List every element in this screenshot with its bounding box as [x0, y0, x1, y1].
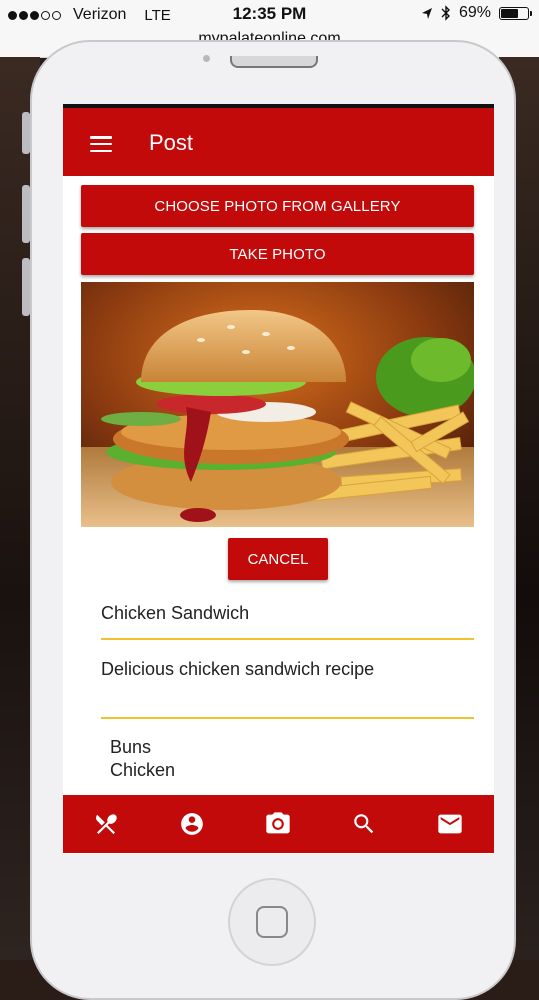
ingredient-item: Chicken	[110, 760, 176, 780]
nav-post-tab[interactable]	[235, 795, 321, 853]
recipe-description-underline	[101, 717, 474, 719]
bluetooth-icon	[441, 5, 450, 21]
ingredients-field[interactable]: Buns Chicken	[110, 736, 175, 782]
app-bar: Post	[63, 108, 494, 176]
nav-search-tab[interactable]	[321, 795, 407, 853]
carrier-name: Verizon	[73, 6, 127, 23]
choose-photo-button[interactable]: CHOOSE PHOTO FROM GALLERY	[81, 185, 474, 227]
home-square-icon	[256, 906, 288, 938]
location-arrow-icon	[421, 7, 432, 19]
recipe-name-underline	[101, 638, 474, 640]
phone-volume-up	[22, 185, 30, 243]
recipe-name-field[interactable]: Chicken Sandwich	[101, 603, 474, 624]
recipe-description-field[interactable]: Delicious chicken sandwich recipe	[101, 659, 474, 680]
front-camera	[203, 55, 210, 62]
home-button[interactable]	[228, 878, 316, 966]
phone-volume-down	[22, 258, 30, 316]
cancel-button[interactable]: CANCEL	[228, 538, 328, 580]
food-photo	[81, 282, 474, 527]
earpiece-speaker	[230, 56, 318, 68]
search-icon	[354, 814, 374, 834]
battery-percent: 69%	[458, 4, 491, 21]
bottom-navigation	[63, 795, 494, 853]
nav-profile-tab[interactable]	[149, 795, 235, 853]
network-type: LTE	[144, 6, 171, 24]
utensils-icon	[95, 814, 117, 835]
signal-dots-icon	[8, 4, 61, 26]
nav-messages-tab[interactable]	[407, 795, 493, 853]
nav-recipes-tab[interactable]	[63, 795, 149, 853]
nav-active-indicator	[235, 791, 321, 794]
take-photo-button[interactable]: TAKE PHOTO	[81, 233, 474, 275]
app-screen: Post CHOOSE PHOTO FROM GALLERY TAKE PHOT…	[63, 104, 494, 854]
camera-icon	[266, 812, 290, 834]
page-title: Post	[149, 130, 194, 155]
ingredient-item: Buns	[110, 737, 152, 757]
phone-mute-switch	[22, 112, 30, 154]
hamburger-menu-icon[interactable]	[90, 136, 112, 153]
account-icon	[181, 813, 203, 835]
signal-indicator: Verizon LTE	[8, 4, 171, 26]
battery-icon	[499, 6, 532, 20]
mail-icon	[438, 814, 462, 834]
